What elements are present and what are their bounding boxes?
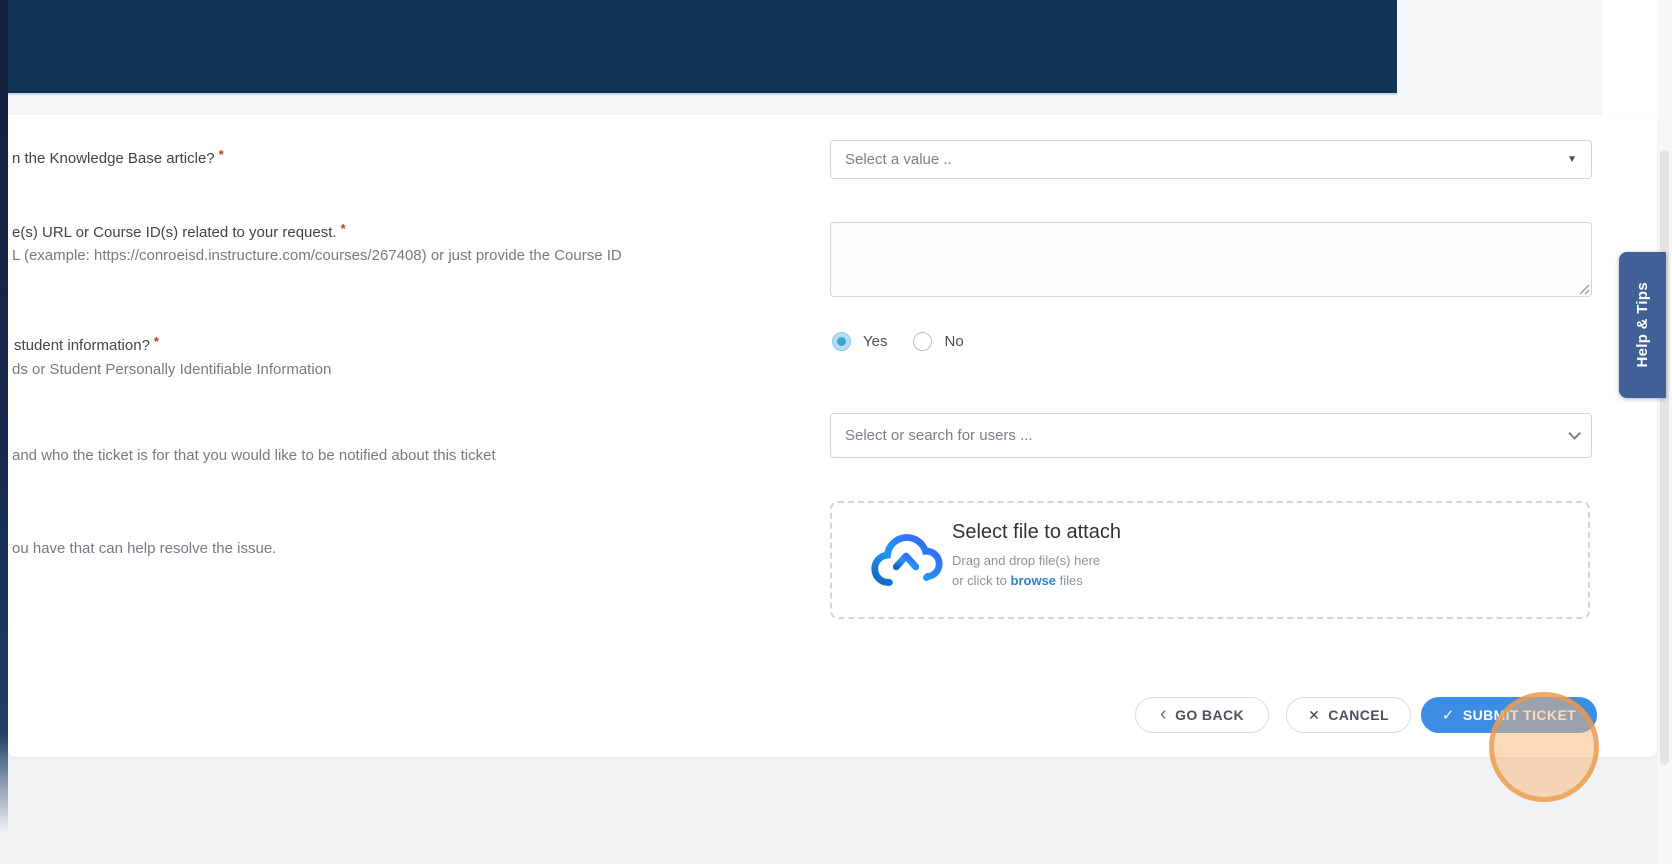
attach-subtitle: Drag and drop file(s) here: [952, 553, 1100, 568]
attach-browse-line: or click to browse files: [952, 573, 1083, 588]
kb-article-select-placeholder: Select a value ..: [845, 151, 952, 168]
cloud-upload-icon: [866, 525, 944, 595]
radio-no-label[interactable]: No: [944, 333, 963, 350]
form-banner: [8, 0, 1397, 95]
radio-yes-label[interactable]: Yes: [863, 333, 887, 350]
course-url-label: e(s) URL or Course ID(s) related to your…: [12, 221, 346, 241]
kb-article-label: n the Knowledge Base article?*: [12, 147, 224, 167]
chevron-left-icon: ‹: [1160, 704, 1167, 724]
required-marker: *: [154, 334, 159, 349]
student-info-radio-group: Yes No: [832, 332, 978, 351]
course-url-hint: L (example: https://conroeisd.instructur…: [12, 247, 622, 264]
browse-link[interactable]: browse: [1011, 573, 1057, 588]
file-dropzone[interactable]: Select file to attach Drag and drop file…: [830, 501, 1590, 619]
help-tips-label: Help & Tips: [1634, 282, 1651, 368]
caret-down-icon: ▼: [1567, 154, 1577, 165]
radio-yes[interactable]: [832, 332, 851, 351]
close-icon: ✕: [1308, 707, 1320, 724]
radio-no[interactable]: [913, 332, 932, 351]
cancel-label: CANCEL: [1328, 707, 1389, 723]
chevron-down-icon: [1568, 427, 1581, 440]
notify-users-hint: and who the ticket is for that you would…: [12, 447, 496, 464]
required-marker: *: [219, 147, 224, 162]
scrollbar[interactable]: [1657, 0, 1672, 864]
go-back-label: GO BACK: [1175, 707, 1244, 723]
cancel-button[interactable]: ✕ CANCEL: [1286, 697, 1411, 733]
notify-users-select[interactable]: Select or search for users ...: [830, 413, 1592, 458]
check-icon: ✓: [1442, 706, 1455, 724]
help-tips-tab[interactable]: Help & Tips: [1619, 252, 1666, 398]
kb-article-select[interactable]: Select a value .. ▼: [830, 140, 1592, 179]
sidebar-edge: [0, 0, 8, 832]
scrollbar-thumb[interactable]: [1660, 150, 1669, 765]
go-back-button[interactable]: ‹ GO BACK: [1135, 697, 1269, 733]
attach-title: Select file to attach: [952, 521, 1121, 544]
student-info-label: student information?*: [14, 334, 159, 354]
submit-label: SUBMIT TICKET: [1463, 707, 1576, 723]
course-url-textarea[interactable]: [830, 222, 1592, 297]
attachments-hint: ou have that can help resolve the issue.: [12, 540, 276, 557]
ticket-form-page: n the Knowledge Base article?* Select a …: [0, 0, 1672, 864]
student-info-hint: ds or Student Personally Identifiable In…: [12, 361, 331, 378]
panel-top-corner: [1602, 0, 1658, 115]
required-marker: *: [341, 221, 346, 236]
submit-ticket-button[interactable]: ✓ SUBMIT TICKET: [1421, 697, 1597, 733]
notify-users-placeholder: Select or search for users ...: [845, 427, 1033, 444]
